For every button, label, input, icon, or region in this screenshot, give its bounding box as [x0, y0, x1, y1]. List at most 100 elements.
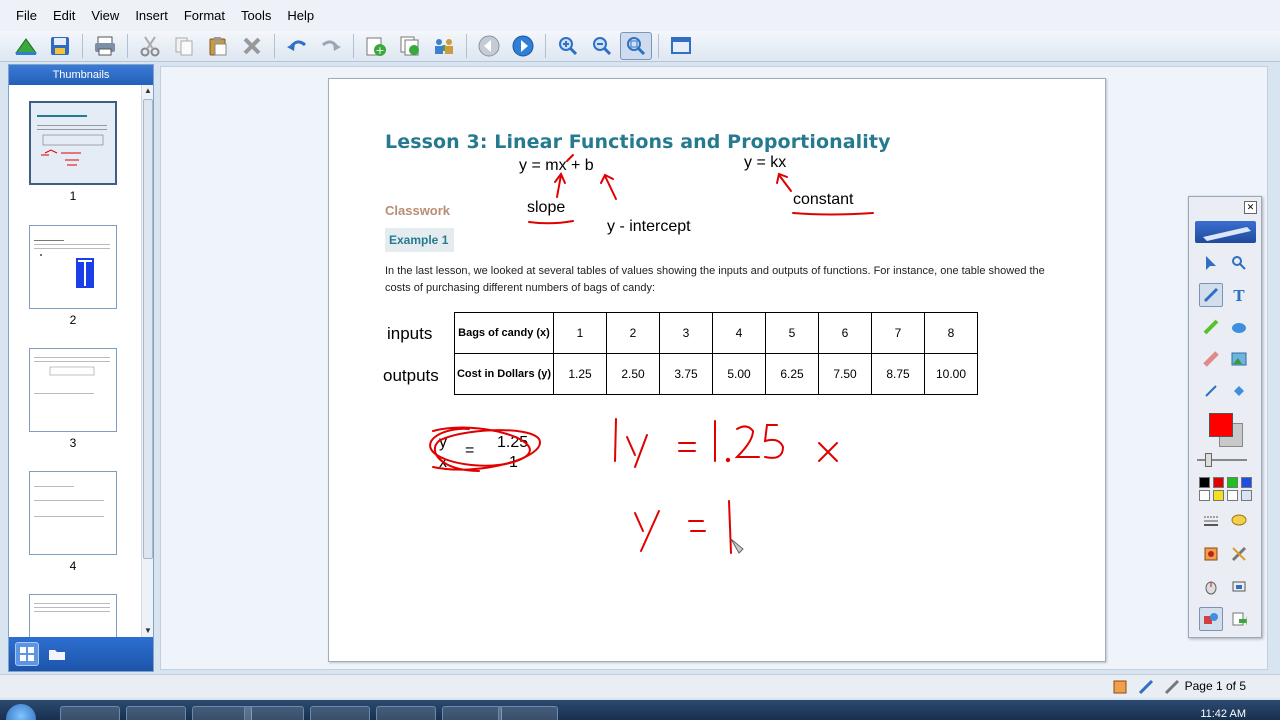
mouse-tool[interactable]	[1199, 575, 1223, 599]
record-status-icon[interactable]	[1112, 679, 1128, 695]
redo-icon	[322, 40, 341, 51]
taskbar-app-chrome[interactable]	[244, 706, 304, 720]
pen-status-icon[interactable]	[1138, 679, 1154, 695]
thumbnail-number: 1	[69, 189, 77, 203]
sidebar-footer	[9, 637, 153, 671]
open-button[interactable]	[10, 32, 42, 60]
scroll-thumb[interactable]	[143, 99, 153, 559]
taskbar-app-notebook[interactable]	[310, 706, 370, 720]
swatch-green[interactable]	[1227, 477, 1238, 488]
swatch-white[interactable]	[1199, 490, 1210, 501]
record-tool[interactable]	[1199, 542, 1223, 566]
toolbar-separator	[82, 34, 83, 58]
previous-page-icon	[478, 35, 500, 57]
taskbar-app-media[interactable]	[498, 706, 558, 720]
thumbnail-frame	[29, 225, 117, 309]
menu-bar: File Edit View Insert Format Tools Help	[0, 0, 1280, 31]
text-tool[interactable]: T	[1227, 283, 1251, 307]
display-button[interactable]	[665, 32, 697, 60]
menu-edit[interactable]: Edit	[45, 0, 83, 31]
undo-icon	[287, 40, 306, 51]
add-page-button[interactable]: +	[360, 32, 392, 60]
next-page-icon	[512, 35, 534, 57]
zoom-out-button[interactable]	[586, 32, 618, 60]
start-button[interactable]	[6, 704, 36, 720]
zoom-tool[interactable]	[1227, 251, 1251, 275]
eraser-tool[interactable]	[1199, 347, 1223, 371]
export-tool[interactable]	[1227, 607, 1251, 631]
folder-view-button[interactable]	[45, 642, 69, 666]
zoom-fit-button[interactable]	[620, 32, 652, 60]
thumbnail-preview	[37, 115, 107, 166]
pen-tool[interactable]	[1199, 283, 1223, 307]
taskbar-app-onenote[interactable]	[442, 706, 502, 720]
record-icon	[1204, 547, 1218, 561]
redo-button[interactable]	[315, 32, 347, 60]
close-icon[interactable]: ✕	[1244, 201, 1257, 214]
swatch-blue[interactable]	[1241, 477, 1252, 488]
taskbar-app-word[interactable]	[376, 706, 436, 720]
ink-underline-constant	[792, 212, 874, 216]
screen-capture-tool[interactable]	[1227, 575, 1251, 599]
swatch-yellow[interactable]	[1213, 490, 1224, 501]
taskbar-app-window[interactable]	[126, 706, 186, 720]
shapes-gallery-tool[interactable]	[1199, 607, 1223, 631]
thumbnails-title: Thumbnails	[9, 65, 153, 85]
thumbnail-page-2[interactable]: 2	[29, 225, 117, 327]
thumbnails-scrollbar[interactable]: ▲ ▼	[141, 85, 153, 637]
scroll-up-icon[interactable]: ▲	[142, 85, 154, 97]
taskbar-app-ie[interactable]	[60, 706, 120, 720]
thumbnails-view-button[interactable]	[15, 642, 39, 666]
menu-file[interactable]: File	[8, 0, 45, 31]
eyedropper-tool[interactable]	[1199, 379, 1223, 403]
toolbar-separator	[658, 34, 659, 58]
menu-tools[interactable]: Tools	[233, 0, 279, 31]
delete-button[interactable]	[236, 32, 268, 60]
insert-page-button[interactable]	[394, 32, 426, 60]
swatch-red[interactable]	[1213, 477, 1224, 488]
thumbnail-page-3[interactable]: 3	[29, 348, 117, 450]
fill-tool[interactable]	[1227, 379, 1251, 403]
thumbnail-page-1[interactable]: 1	[29, 101, 117, 203]
menu-view[interactable]: View	[83, 0, 127, 31]
paste-button[interactable]	[202, 32, 234, 60]
undo-button[interactable]	[281, 32, 313, 60]
toolbar-separator	[127, 34, 128, 58]
thumbnail-page-4[interactable]: 4	[29, 471, 117, 573]
swatch-light-blue[interactable]	[1241, 490, 1252, 501]
thumbnail-page-5[interactable]	[29, 594, 117, 637]
taskbar-app-explorer[interactable]	[192, 706, 252, 720]
folder-icon	[49, 650, 65, 660]
menu-format[interactable]: Format	[176, 0, 233, 31]
copy-button[interactable]	[168, 32, 200, 60]
thumbnail-preview	[34, 357, 110, 394]
copy-icon	[175, 37, 193, 56]
swatch-black[interactable]	[1199, 477, 1210, 488]
save-button[interactable]	[44, 32, 76, 60]
users-button[interactable]	[428, 32, 460, 60]
select-tool[interactable]	[1199, 251, 1223, 275]
lesson-page[interactable]: Lesson 3: Linear Functions and Proportio…	[328, 78, 1106, 662]
next-page-button[interactable]	[507, 32, 539, 60]
previous-page-button[interactable]	[473, 32, 505, 60]
image-tool[interactable]	[1227, 347, 1251, 371]
menu-insert[interactable]: Insert	[127, 0, 176, 31]
ink-y	[626, 434, 648, 468]
highlighter-tool[interactable]	[1199, 315, 1223, 339]
toolbar: +	[0, 31, 1280, 62]
foreground-color[interactable]	[1209, 413, 1233, 437]
menu-help[interactable]: Help	[279, 0, 322, 31]
shape-tool[interactable]	[1227, 315, 1251, 339]
print-button[interactable]	[89, 32, 121, 60]
tools-tool[interactable]	[1227, 542, 1251, 566]
line-style-tool[interactable]	[1199, 509, 1223, 533]
comment-tool[interactable]	[1227, 509, 1251, 533]
pen-width-slider[interactable]	[1205, 453, 1212, 467]
ink-y-2	[634, 510, 660, 552]
tools-status-icon[interactable]	[1164, 679, 1180, 695]
tool-palette: ✕ T	[1188, 196, 1262, 638]
scroll-down-icon[interactable]: ▼	[142, 625, 154, 637]
cut-button[interactable]	[134, 32, 166, 60]
zoom-in-button[interactable]	[552, 32, 584, 60]
swatch-transparent[interactable]	[1227, 490, 1238, 501]
